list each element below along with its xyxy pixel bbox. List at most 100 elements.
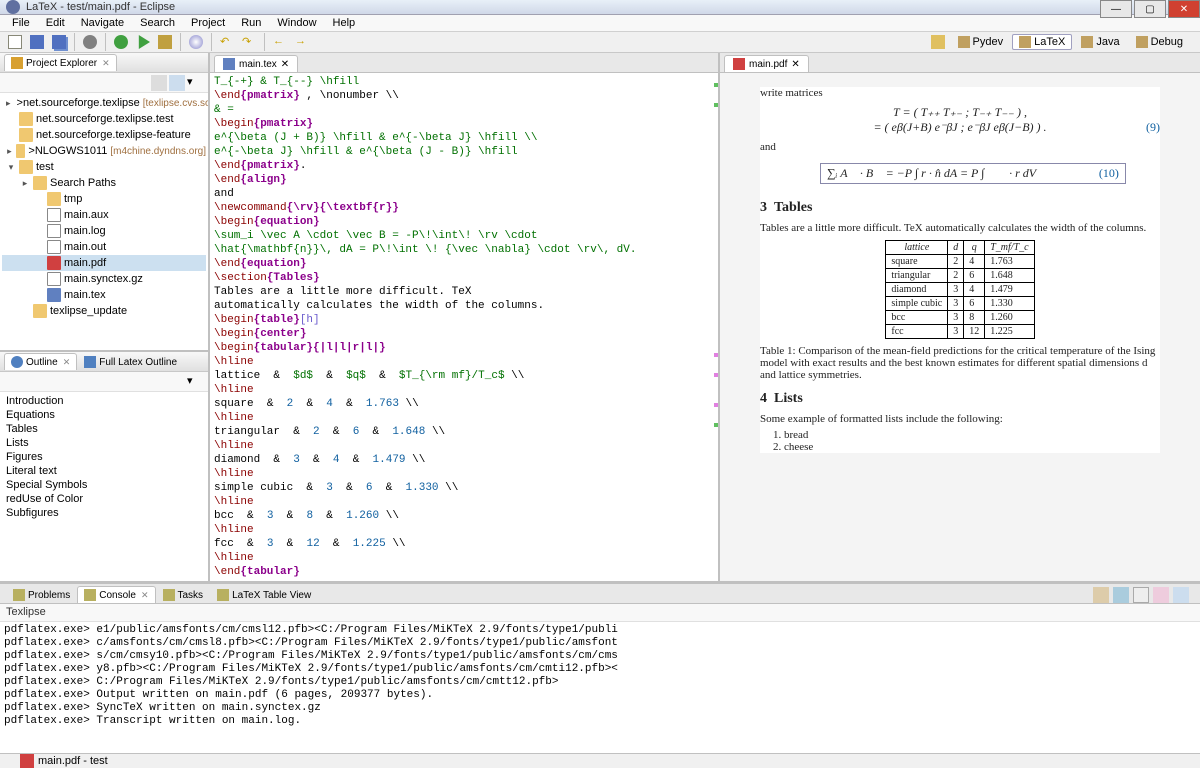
pdf-viewer[interactable]: write matrices T = ( T₊₊ T₊₋ ; T₋₊ T₋₋ )… (720, 73, 1200, 581)
save-button[interactable] (27, 32, 47, 52)
code-line[interactable]: \hline (214, 355, 714, 369)
menu-search[interactable]: Search (132, 15, 183, 31)
code-line[interactable]: T_{-+} & T_{--} \hfill (214, 75, 714, 89)
code-line[interactable]: \begin{tabular}{|l|l|r|l|} (214, 341, 714, 355)
perspective-java[interactable]: Java (1074, 34, 1126, 50)
menu-window[interactable]: Window (269, 15, 324, 31)
close-icon[interactable]: ✕ (791, 59, 799, 70)
outline-item[interactable]: Literal text (6, 464, 202, 478)
code-line[interactable]: bcc & 3 & 8 & 1.260 \\ (214, 509, 714, 523)
prev-annotation-button[interactable]: ↶ (217, 32, 237, 52)
code-line[interactable]: \hline (214, 523, 714, 537)
console-open-button[interactable] (1173, 587, 1189, 603)
tree-item[interactable]: tmp (2, 191, 206, 207)
console-display-button[interactable] (1113, 587, 1129, 603)
code-line[interactable]: \begin{table}[h] (214, 313, 714, 327)
code-line[interactable]: \end{equation} (214, 257, 714, 271)
code-line[interactable]: and (214, 187, 714, 201)
console-pin-button[interactable] (1093, 587, 1109, 603)
tree-item[interactable]: ▸Search Paths (2, 175, 206, 191)
close-icon[interactable]: ✕ (63, 357, 71, 368)
maximize-button[interactable]: ▢ (1134, 0, 1166, 18)
code-line[interactable]: \hline (214, 383, 714, 397)
outline-item[interactable]: Figures (6, 450, 202, 464)
tree-item[interactable]: ▸>net.sourceforge.texlipse [texlipse.cvs… (2, 95, 206, 111)
bottom-tab-latex-table-view[interactable]: LaTeX Table View (210, 586, 318, 603)
code-line[interactable]: \newcommand{\rv}{\textbf{r}} (214, 201, 714, 215)
menu-help[interactable]: Help (325, 15, 364, 31)
code-line[interactable]: Tables are a little more difficult. TeX (214, 285, 714, 299)
console-clear-button[interactable] (1133, 587, 1149, 603)
tree-item[interactable]: net.sourceforge.texlipse-feature (2, 127, 206, 143)
close-icon[interactable]: ✕ (281, 59, 289, 70)
close-icon[interactable]: ✕ (102, 58, 110, 69)
code-line[interactable]: automatically calculates the width of th… (214, 299, 714, 313)
open-perspective-button[interactable] (928, 32, 948, 52)
tree-item[interactable]: main.tex (2, 287, 206, 303)
tree-item[interactable]: main.pdf (2, 255, 206, 271)
save-all-button[interactable] (49, 32, 69, 52)
tree-item[interactable]: main.synctex.gz (2, 271, 206, 287)
code-line[interactable]: \hat{\mathbf{n}}\, dA = P\!\int \! {\vec… (214, 243, 714, 257)
outline-item[interactable]: Special Symbols (6, 478, 202, 492)
perspective-latex[interactable]: LaTeX (1012, 34, 1072, 50)
bottom-tab-tasks[interactable]: Tasks (156, 586, 211, 603)
code-line[interactable]: e^{\beta (J + B)} \hfill & e^{-\beta J} … (214, 131, 714, 145)
code-line[interactable]: \begin{equation} (214, 215, 714, 229)
link-editor-button[interactable] (169, 75, 185, 91)
code-editor[interactable]: T_{-+} & T_{--} \hfill\end{pmatrix} , \n… (210, 73, 718, 581)
outline-tab[interactable]: Outline ✕ (4, 353, 77, 370)
menu-navigate[interactable]: Navigate (73, 15, 132, 31)
editor-tab-main-tex[interactable]: main.tex ✕ (214, 55, 298, 72)
code-line[interactable]: fcc & 3 & 12 & 1.225 \\ (214, 537, 714, 551)
code-line[interactable]: square & 2 & 4 & 1.763 \\ (214, 397, 714, 411)
outline-item[interactable]: Introduction (6, 394, 202, 408)
view-menu-button[interactable]: ▾ (187, 75, 203, 91)
new-button[interactable] (5, 32, 25, 52)
code-line[interactable]: \end{pmatrix}. (214, 159, 714, 173)
close-button[interactable]: ✕ (1168, 0, 1200, 18)
code-line[interactable]: \begin{center} (214, 327, 714, 341)
code-line[interactable]: triangular & 2 & 6 & 1.648 \\ (214, 425, 714, 439)
bottom-tab-console[interactable]: Console✕ (77, 586, 155, 603)
search-button[interactable] (186, 32, 206, 52)
tree-item[interactable]: ▾test (2, 159, 206, 175)
code-line[interactable]: \hline (214, 467, 714, 481)
code-line[interactable]: e^{-\beta J} \hfill & e^{\beta (J - B)} … (214, 145, 714, 159)
debug-button[interactable] (111, 32, 131, 52)
run-button[interactable] (133, 32, 153, 52)
code-line[interactable]: \end{tabular} (214, 565, 714, 579)
code-line[interactable]: \hline (214, 411, 714, 425)
collapse-all-button[interactable] (151, 75, 167, 91)
next-annotation-button[interactable]: ↷ (239, 32, 259, 52)
perspective-debug[interactable]: Debug (1129, 34, 1190, 50)
console-output[interactable]: pdflatex.exe> e1/public/amsfonts/cm/cmsl… (0, 622, 1200, 753)
code-line[interactable]: \hline (214, 551, 714, 565)
code-line[interactable]: \hline (214, 495, 714, 509)
menu-edit[interactable]: Edit (38, 15, 73, 31)
outline-item[interactable]: Tables (6, 422, 202, 436)
outline-item[interactable]: Equations (6, 408, 202, 422)
project-tree[interactable]: ▸>net.sourceforge.texlipse [texlipse.cvs… (0, 93, 208, 350)
code-line[interactable]: \end{pmatrix} , \nonumber \\ (214, 89, 714, 103)
code-line[interactable]: & = (214, 103, 714, 117)
tree-item[interactable]: texlipse_update (2, 303, 206, 319)
code-line[interactable]: \sum_i \vec A \cdot \vec B = -P\!\int\! … (214, 229, 714, 243)
bottom-tab-problems[interactable]: Problems (6, 586, 77, 603)
build-button[interactable] (80, 32, 100, 52)
code-line[interactable]: \begin{pmatrix} (214, 117, 714, 131)
code-line[interactable]: \end{align} (214, 173, 714, 187)
code-line[interactable]: simple cubic & 3 & 6 & 1.330 \\ (214, 481, 714, 495)
run-last-button[interactable] (155, 32, 175, 52)
tree-item[interactable]: main.aux (2, 207, 206, 223)
outline-item[interactable]: Lists (6, 436, 202, 450)
outline-item[interactable]: redUse of Color (6, 492, 202, 506)
menu-file[interactable]: File (4, 15, 38, 31)
minimize-button[interactable]: — (1100, 0, 1132, 18)
code-line[interactable]: \section{Tables} (214, 271, 714, 285)
outline-list[interactable]: IntroductionEquationsTablesListsFiguresL… (0, 392, 208, 581)
tree-item[interactable]: net.sourceforge.texlipse.test (2, 111, 206, 127)
menu-project[interactable]: Project (183, 15, 233, 31)
outline-menu-button[interactable]: ▾ (187, 374, 203, 390)
code-line[interactable]: lattice & $d$ & $q$ & $T_{\rm mf}/T_c$ \… (214, 369, 714, 383)
